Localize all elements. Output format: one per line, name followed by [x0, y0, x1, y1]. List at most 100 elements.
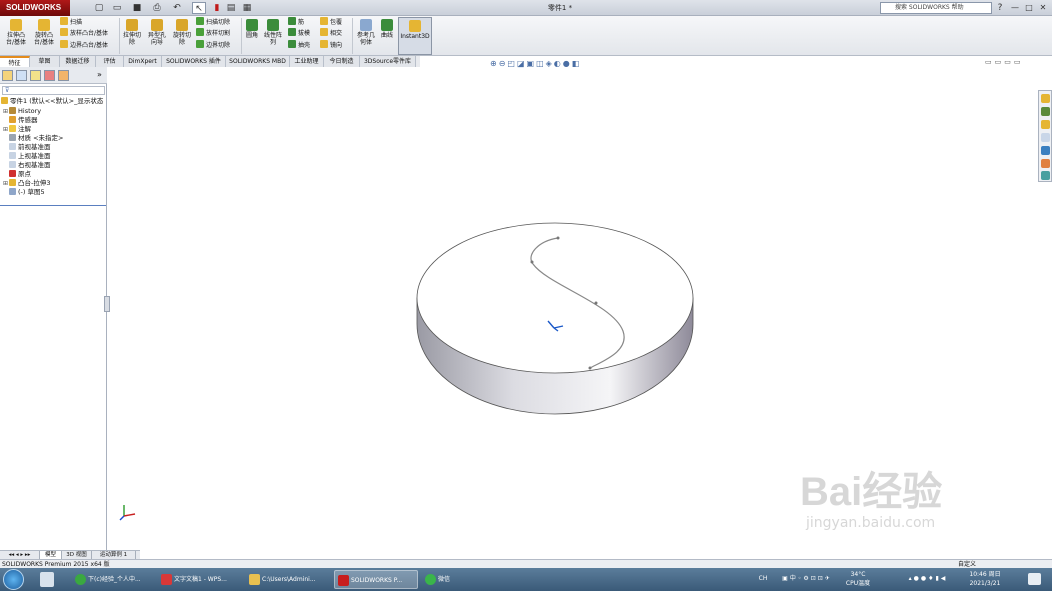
boundary-cut-button[interactable]: 边界切除: [196, 40, 230, 50]
wrap-button[interactable]: 包覆: [320, 17, 342, 27]
curves-icon: [381, 19, 393, 31]
taskbar-item-wechat[interactable]: 微信: [422, 570, 478, 589]
tab-mbd[interactable]: SOLIDWORKS MBD: [226, 56, 290, 67]
taskbar-item-solidworks[interactable]: SOLIDWORKS P...: [334, 570, 418, 589]
tree-item-top-plane[interactable]: 上视基准面: [3, 152, 51, 161]
help-search-input[interactable]: 搜索 SOLIDWORKS 帮助: [880, 2, 992, 14]
tree-item-history[interactable]: ⊞ History: [3, 107, 41, 116]
select-icon[interactable]: ↖: [192, 2, 206, 14]
revolve-cut-button[interactable]: 旋转切除: [171, 19, 193, 46]
design-library-icon[interactable]: [1041, 107, 1050, 116]
tree-item-sketch5[interactable]: (-) 草图5: [3, 188, 45, 197]
extrude-cut-button[interactable]: 拉伸切除: [122, 19, 142, 46]
linear-pattern-button[interactable]: 线性阵列: [262, 19, 284, 46]
notification-icon[interactable]: [1028, 573, 1041, 585]
dimxpert-icon[interactable]: [44, 70, 55, 81]
tab-3dsource[interactable]: 3DSource零件库: [360, 56, 416, 67]
instant3d-button[interactable]: Instant3D: [398, 17, 432, 55]
curves-button[interactable]: 曲线: [378, 19, 396, 39]
file-explorer-icon[interactable]: [1041, 120, 1050, 129]
spline-point[interactable]: [594, 301, 598, 305]
view-palette-icon[interactable]: [1041, 133, 1050, 142]
loft-boss-button[interactable]: 放样凸台/基体: [60, 28, 108, 38]
feature-tree-icon[interactable]: [2, 70, 13, 81]
swept-cut-button[interactable]: 扫描切除: [196, 17, 230, 27]
file-properties-icon[interactable]: ▤: [224, 2, 238, 14]
cylinder-top-face[interactable]: [416, 222, 694, 374]
rollback-bar[interactable]: [0, 205, 106, 206]
expand-panel-icon[interactable]: »: [97, 70, 102, 79]
tree-item-origin[interactable]: 原点: [3, 170, 31, 179]
help-button[interactable]: ?: [994, 2, 1006, 14]
boundary-boss-button[interactable]: 边界凸台/基体: [60, 40, 108, 50]
solidworks-logo[interactable]: SOLIDWORKS: [0, 0, 70, 16]
clock-time[interactable]: 10:46 周日: [966, 571, 1004, 579]
reference-geometry-button[interactable]: 参考几何体: [355, 19, 377, 46]
draft-button[interactable]: 拔模: [288, 28, 310, 38]
open-icon[interactable]: ▭: [110, 2, 124, 14]
tab-features[interactable]: 特征: [0, 56, 30, 67]
tree-item-right-plane[interactable]: 右视基准面: [3, 161, 51, 170]
heads-up-view-toolbar[interactable]: ⊕⊖◰◪▣◫◈◐●◧: [490, 58, 670, 69]
tab-evaluate[interactable]: 评估: [96, 56, 124, 67]
tab-industrial-assistant[interactable]: 工业助理: [290, 56, 324, 67]
mirror-button[interactable]: 镜向: [320, 40, 342, 50]
start-button[interactable]: [3, 569, 24, 590]
maximize-button[interactable]: □: [1022, 2, 1036, 14]
minimize-button[interactable]: —: [1008, 2, 1022, 14]
property-manager-icon[interactable]: [16, 70, 27, 81]
document-title: 零件1 *: [547, 4, 573, 12]
part-icon: [1, 97, 8, 104]
save-icon[interactable]: ■: [130, 2, 144, 14]
ribbon-divider: [119, 18, 120, 54]
tree-item-annotations[interactable]: ⊞ 注解: [3, 125, 31, 134]
tree-item-front-plane[interactable]: 前视基准面: [3, 143, 51, 152]
tab-data-migration[interactable]: 数据迁移: [60, 56, 96, 67]
fillet-button[interactable]: 圆角: [244, 19, 260, 39]
spline-endpoint[interactable]: [588, 366, 592, 370]
sweep-button[interactable]: 扫描: [60, 17, 82, 27]
ime-indicator[interactable]: CH: [757, 575, 769, 583]
tab-addins[interactable]: SOLIDWORKS 插件: [162, 56, 226, 67]
taskbar-item-wps[interactable]: 文字文稿1 - WPS...: [158, 570, 240, 589]
lofted-cut-button[interactable]: 放样切割: [196, 28, 230, 38]
shell-button[interactable]: 抽壳: [288, 40, 310, 50]
viewport-window-controls[interactable]: ▭▭▭▭: [985, 58, 1045, 69]
new-icon[interactable]: ▢: [92, 2, 106, 14]
spline-endpoint[interactable]: [556, 236, 560, 240]
display-manager-icon[interactable]: [58, 70, 69, 81]
taskbar-item-browser[interactable]: 下(c)经验_个人中...: [72, 570, 154, 589]
tree-item-material[interactable]: 材质 <未指定>: [3, 134, 63, 143]
resources-icon[interactable]: [1041, 94, 1050, 103]
rebuild-icon[interactable]: ▮: [212, 2, 222, 14]
extrude-boss-button[interactable]: 拉伸凸台/基体: [3, 19, 29, 46]
system-tray-icons[interactable]: ▴●●♦▮◀: [895, 575, 961, 583]
configuration-icon[interactable]: [30, 70, 41, 81]
tab-sketch[interactable]: 草图: [30, 56, 60, 67]
revolve-boss-button[interactable]: 旋转凸台/基体: [31, 19, 57, 46]
cylinder-part[interactable]: [416, 222, 694, 415]
tree-item-sensors[interactable]: 传感器: [3, 116, 38, 125]
print-icon[interactable]: ⎙: [150, 2, 164, 14]
tab-make-today[interactable]: 今日制造: [324, 56, 360, 67]
spline-point[interactable]: [530, 260, 534, 264]
custom-properties-icon[interactable]: [1041, 159, 1050, 168]
rib-button[interactable]: 筋: [288, 17, 304, 27]
tab-dimxpert[interactable]: DimXpert: [124, 56, 162, 67]
tree-item-extrude3[interactable]: ⊞ 凸台-拉伸3: [3, 179, 50, 188]
task-pane: [1038, 90, 1052, 182]
clock-date[interactable]: 2021/3/21: [966, 580, 1004, 588]
watermark-brand: Bai经验: [800, 470, 943, 514]
options-icon[interactable]: ▦: [240, 2, 254, 14]
forum-icon[interactable]: [1041, 171, 1050, 180]
undo-icon[interactable]: ↶: [170, 2, 184, 14]
taskbar-item-explorer[interactable]: C:\Users\Admini...: [246, 570, 328, 589]
close-button[interactable]: ✕: [1036, 2, 1050, 14]
hole-wizard-button[interactable]: 异型孔向导: [146, 19, 168, 46]
tree-root[interactable]: 零件1 (默认<<默认>_显示状态: [1, 97, 103, 106]
tree-filter-input[interactable]: ⊽: [2, 86, 105, 95]
intersect-button[interactable]: 相交: [320, 28, 342, 38]
file-manager-icon[interactable]: [40, 572, 54, 587]
tray-icons[interactable]: ▣中◦⚙⊡⊡✈: [772, 575, 842, 583]
appearances-icon[interactable]: [1041, 146, 1050, 155]
